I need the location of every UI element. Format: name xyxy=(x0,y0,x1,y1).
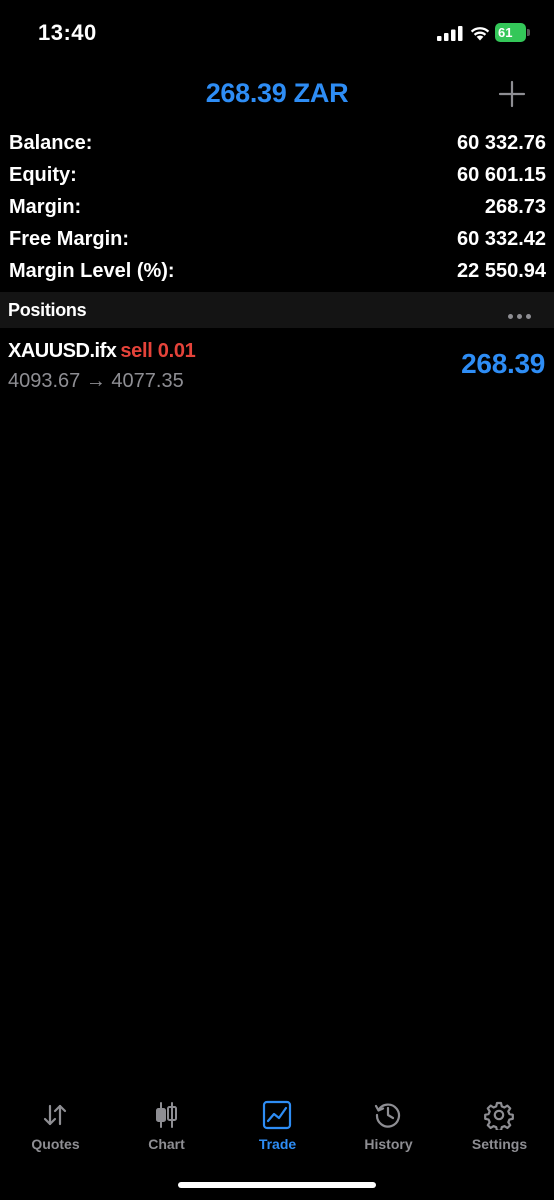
summary-row-equity: Equity: 60 601.15 xyxy=(0,160,554,192)
plus-icon[interactable] xyxy=(496,78,528,110)
trade-screen: 13:40 61 268.39 ZAR Balance: 60 332.76 E… xyxy=(0,0,554,1200)
position-profit: 268.39 xyxy=(461,348,545,379)
position-symbol-line: XAUUSD.ifx sell 0.01 xyxy=(8,340,196,363)
summary-row-balance: Balance: 60 332.76 xyxy=(0,128,554,160)
position-symbol: XAUUSD.ifx xyxy=(8,340,117,362)
equity-label: Equity: xyxy=(9,164,77,186)
tab-quotes[interactable]: Quotes xyxy=(0,1090,111,1160)
quotes-arrows-icon xyxy=(43,1104,67,1126)
free-margin-label: Free Margin: xyxy=(9,228,130,250)
balance-label: Balance: xyxy=(9,132,93,154)
positions-title: Positions xyxy=(8,300,87,320)
history-clock-icon xyxy=(374,1103,401,1128)
margin-level-value: 22 550.94 xyxy=(457,260,546,282)
header: 268.39 ZAR xyxy=(0,66,554,124)
candlestick-icon xyxy=(156,1102,177,1128)
ellipsis-dot xyxy=(517,314,522,319)
margin-level-label: Margin Level (%): xyxy=(9,260,175,282)
summary-row-margin-level: Margin Level (%): 22 550.94 xyxy=(0,256,554,288)
position-prices: 4093.67 → 4077.35 xyxy=(8,370,184,392)
account-summary: Balance: 60 332.76 Equity: 60 601.15 Mar… xyxy=(0,128,554,288)
signal-icon xyxy=(437,26,463,41)
ellipsis-icon[interactable] xyxy=(508,306,538,319)
margin-value: 268.73 xyxy=(484,196,546,218)
tab-settings-label: Settings xyxy=(471,1136,528,1152)
positions-section-header: Positions xyxy=(0,292,554,328)
equity-value: 60 601.15 xyxy=(457,164,546,186)
free-margin-value: 60 332.42 xyxy=(457,228,546,250)
summary-row-margin: Margin: 268.73 xyxy=(0,192,554,224)
status-bar: 13:40 61 xyxy=(0,0,554,66)
tab-trade-label: Trade xyxy=(258,1136,297,1152)
tab-trade[interactable]: Trade xyxy=(222,1090,333,1160)
ellipsis-dot xyxy=(526,314,531,319)
position-row[interactable]: XAUUSD.ifx sell 0.01 4093.67 → 4077.35 26… xyxy=(0,334,554,398)
status-time: 13:40 xyxy=(38,20,97,45)
balance-value: 60 332.76 xyxy=(457,132,546,154)
tab-history[interactable]: History xyxy=(333,1090,444,1160)
tab-quotes-label: Quotes xyxy=(31,1136,80,1152)
tab-settings[interactable]: Settings xyxy=(444,1090,554,1160)
position-side-volume: sell 0.01 xyxy=(120,340,196,362)
battery-icon: 61 xyxy=(495,23,531,42)
tab-chart[interactable]: Chart xyxy=(111,1090,222,1160)
margin-label: Margin: xyxy=(9,196,82,218)
gear-icon xyxy=(484,1101,514,1130)
wifi-icon xyxy=(470,27,490,41)
tab-history-label: History xyxy=(364,1136,413,1152)
ellipsis-dot xyxy=(508,314,513,319)
trade-chart-icon xyxy=(262,1100,292,1130)
header-profit-title: 268.39 ZAR xyxy=(205,78,349,108)
battery-level: 61 xyxy=(495,23,526,42)
battery-tip xyxy=(527,29,530,36)
home-indicator[interactable] xyxy=(178,1182,376,1188)
summary-row-free-margin: Free Margin: 60 332.42 xyxy=(0,224,554,256)
tab-chart-label: Chart xyxy=(148,1136,185,1152)
